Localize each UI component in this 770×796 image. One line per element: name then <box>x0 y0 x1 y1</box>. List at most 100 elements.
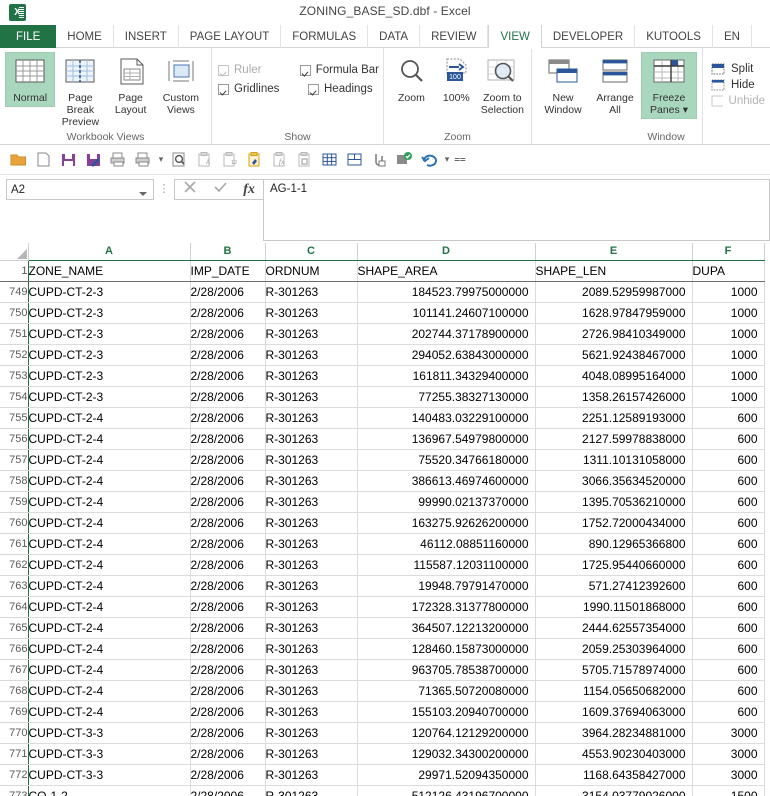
header-cell[interactable]: SHAPE_AREA <box>357 260 536 282</box>
cell-B771[interactable]: 2/28/2006 <box>190 743 266 765</box>
paste-values-icon[interactable]: 12 <box>217 148 241 172</box>
cell-C752[interactable]: R-301263 <box>265 344 358 366</box>
ribbon-tab-en[interactable]: EN <box>713 25 752 48</box>
cell-E751[interactable]: 2726.98410349000 <box>535 323 693 345</box>
chevron-down-icon[interactable] <box>139 188 147 200</box>
cell-F749[interactable]: 1000 <box>692 281 765 303</box>
cell-C769[interactable]: R-301263 <box>265 701 358 723</box>
cell-F773[interactable]: 1500 <box>692 785 765 796</box>
cell-D767[interactable]: 963705.78538700000 <box>357 659 536 681</box>
ruler-checkbox[interactable]: Ruler <box>218 64 282 76</box>
cell-E760[interactable]: 1752.72000434000 <box>535 512 693 534</box>
cell-A772[interactable]: CUPD-CT-3-3 <box>28 764 191 786</box>
cell-F772[interactable]: 3000 <box>692 764 765 786</box>
cell-D759[interactable]: 99990.02137370000 <box>357 491 536 513</box>
cell-B749[interactable]: 2/28/2006 <box>190 281 266 303</box>
cell-E749[interactable]: 2089.52959987000 <box>535 281 693 303</box>
cell-C763[interactable]: R-301263 <box>265 575 358 597</box>
merge-cells-icon[interactable] <box>342 148 366 172</box>
cell-E763[interactable]: 571.27412392600 <box>535 575 693 597</box>
cell-E767[interactable]: 5705.71578974000 <box>535 659 693 681</box>
cell-D760[interactable]: 163275.92626200000 <box>357 512 536 534</box>
enter-icon[interactable] <box>213 180 227 199</box>
new-icon[interactable] <box>31 148 55 172</box>
header-cell[interactable]: SHAPE_LEN <box>535 260 693 282</box>
row-header-767[interactable]: 767 <box>0 659 29 681</box>
row-header-756[interactable]: 756 <box>0 428 29 450</box>
row-header-758[interactable]: 758 <box>0 470 29 492</box>
cell-E757[interactable]: 1311.10131058000 <box>535 449 693 471</box>
cell-F764[interactable]: 600 <box>692 596 765 618</box>
cell-D749[interactable]: 184523.79975000000 <box>357 281 536 303</box>
cell-F760[interactable]: 600 <box>692 512 765 534</box>
cell-D769[interactable]: 155103.20940700000 <box>357 701 536 723</box>
header-cell[interactable]: DUPA <box>692 260 765 282</box>
cell-C753[interactable]: R-301263 <box>265 365 358 387</box>
row-header-752[interactable]: 752 <box>0 344 29 366</box>
cell-B759[interactable]: 2/28/2006 <box>190 491 266 513</box>
cell-C766[interactable]: R-301263 <box>265 638 358 660</box>
cell-E770[interactable]: 3964.28234881000 <box>535 722 693 744</box>
cell-E768[interactable]: 1154.05650682000 <box>535 680 693 702</box>
cell-C750[interactable]: R-301263 <box>265 302 358 324</box>
cell-F763[interactable]: 600 <box>692 575 765 597</box>
cell-E764[interactable]: 1990.11501868000 <box>535 596 693 618</box>
cell-F750[interactable]: 1000 <box>692 302 765 324</box>
cell-F751[interactable]: 1000 <box>692 323 765 345</box>
cell-D757[interactable]: 75520.34766180000 <box>357 449 536 471</box>
cell-B767[interactable]: 2/28/2006 <box>190 659 266 681</box>
ribbon-tab-kutools[interactable]: KUTOOLS <box>635 25 713 48</box>
row-header-754[interactable]: 754 <box>0 386 29 408</box>
cell-D772[interactable]: 29971.52094350000 <box>357 764 536 786</box>
cell-F766[interactable]: 600 <box>692 638 765 660</box>
cell-D771[interactable]: 129032.34300200000 <box>357 743 536 765</box>
cell-F756[interactable]: 600 <box>692 428 765 450</box>
arrange-all-button[interactable]: Arrange All <box>589 52 641 119</box>
cell-F754[interactable]: 1000 <box>692 386 765 408</box>
cell-A771[interactable]: CUPD-CT-3-3 <box>28 743 191 765</box>
ribbon-tab-review[interactable]: REVIEW <box>420 25 489 48</box>
ribbon-tab-developer[interactable]: DEVELOPER <box>542 25 636 48</box>
cell-B757[interactable]: 2/28/2006 <box>190 449 266 471</box>
cell-A767[interactable]: CUPD-CT-2-4 <box>28 659 191 681</box>
column-header-A[interactable]: A <box>28 243 191 261</box>
cell-C757[interactable]: R-301263 <box>265 449 358 471</box>
cell-D763[interactable]: 19948.79791470000 <box>357 575 536 597</box>
cell-B765[interactable]: 2/28/2006 <box>190 617 266 639</box>
formula-input[interactable]: AG-1-1 <box>263 179 770 241</box>
cell-C762[interactable]: R-301263 <box>265 554 358 576</box>
row-header-773[interactable]: 773 <box>0 785 29 796</box>
row-header-762[interactable]: 762 <box>0 554 29 576</box>
cell-B751[interactable]: 2/28/2006 <box>190 323 266 345</box>
gridlines-checkbox[interactable]: Gridlines <box>218 83 290 95</box>
cell-F758[interactable]: 600 <box>692 470 765 492</box>
save-as-icon[interactable] <box>81 148 105 172</box>
hide-button[interactable]: Hide <box>708 78 768 92</box>
cell-D755[interactable]: 140483.03229100000 <box>357 407 536 429</box>
quick-print-icon[interactable] <box>106 148 130 172</box>
cell-F765[interactable]: 600 <box>692 617 765 639</box>
cell-E772[interactable]: 1168.64358427000 <box>535 764 693 786</box>
zoom-button[interactable]: Zoom <box>389 52 434 107</box>
cell-D766[interactable]: 128460.15873000000 <box>357 638 536 660</box>
cell-B754[interactable]: 2/28/2006 <box>190 386 266 408</box>
row-header-759[interactable]: 759 <box>0 491 29 513</box>
cell-A768[interactable]: CUPD-CT-2-4 <box>28 680 191 702</box>
cell-D756[interactable]: 136967.54979800000 <box>357 428 536 450</box>
cell-E766[interactable]: 2059.25303964000 <box>535 638 693 660</box>
cell-A751[interactable]: CUPD-CT-2-3 <box>28 323 191 345</box>
formula-bar-checkbox[interactable]: Formula Bar <box>299 64 379 76</box>
cell-E773[interactable]: 3154.03779026000 <box>535 785 693 796</box>
print-dropdown-icon[interactable]: ▾ <box>156 148 166 172</box>
cell-A759[interactable]: CUPD-CT-2-4 <box>28 491 191 513</box>
cell-A749[interactable]: CUPD-CT-2-3 <box>28 281 191 303</box>
row-header-768[interactable]: 768 <box>0 680 29 702</box>
borders-icon[interactable] <box>317 148 341 172</box>
cell-C756[interactable]: R-301263 <box>265 428 358 450</box>
row-header-763[interactable]: 763 <box>0 575 29 597</box>
cell-B758[interactable]: 2/28/2006 <box>190 470 266 492</box>
cell-C758[interactable]: R-301263 <box>265 470 358 492</box>
ribbon-tab-view[interactable]: VIEW <box>488 25 542 49</box>
row-header-766[interactable]: 766 <box>0 638 29 660</box>
cell-E753[interactable]: 4048.08995164000 <box>535 365 693 387</box>
